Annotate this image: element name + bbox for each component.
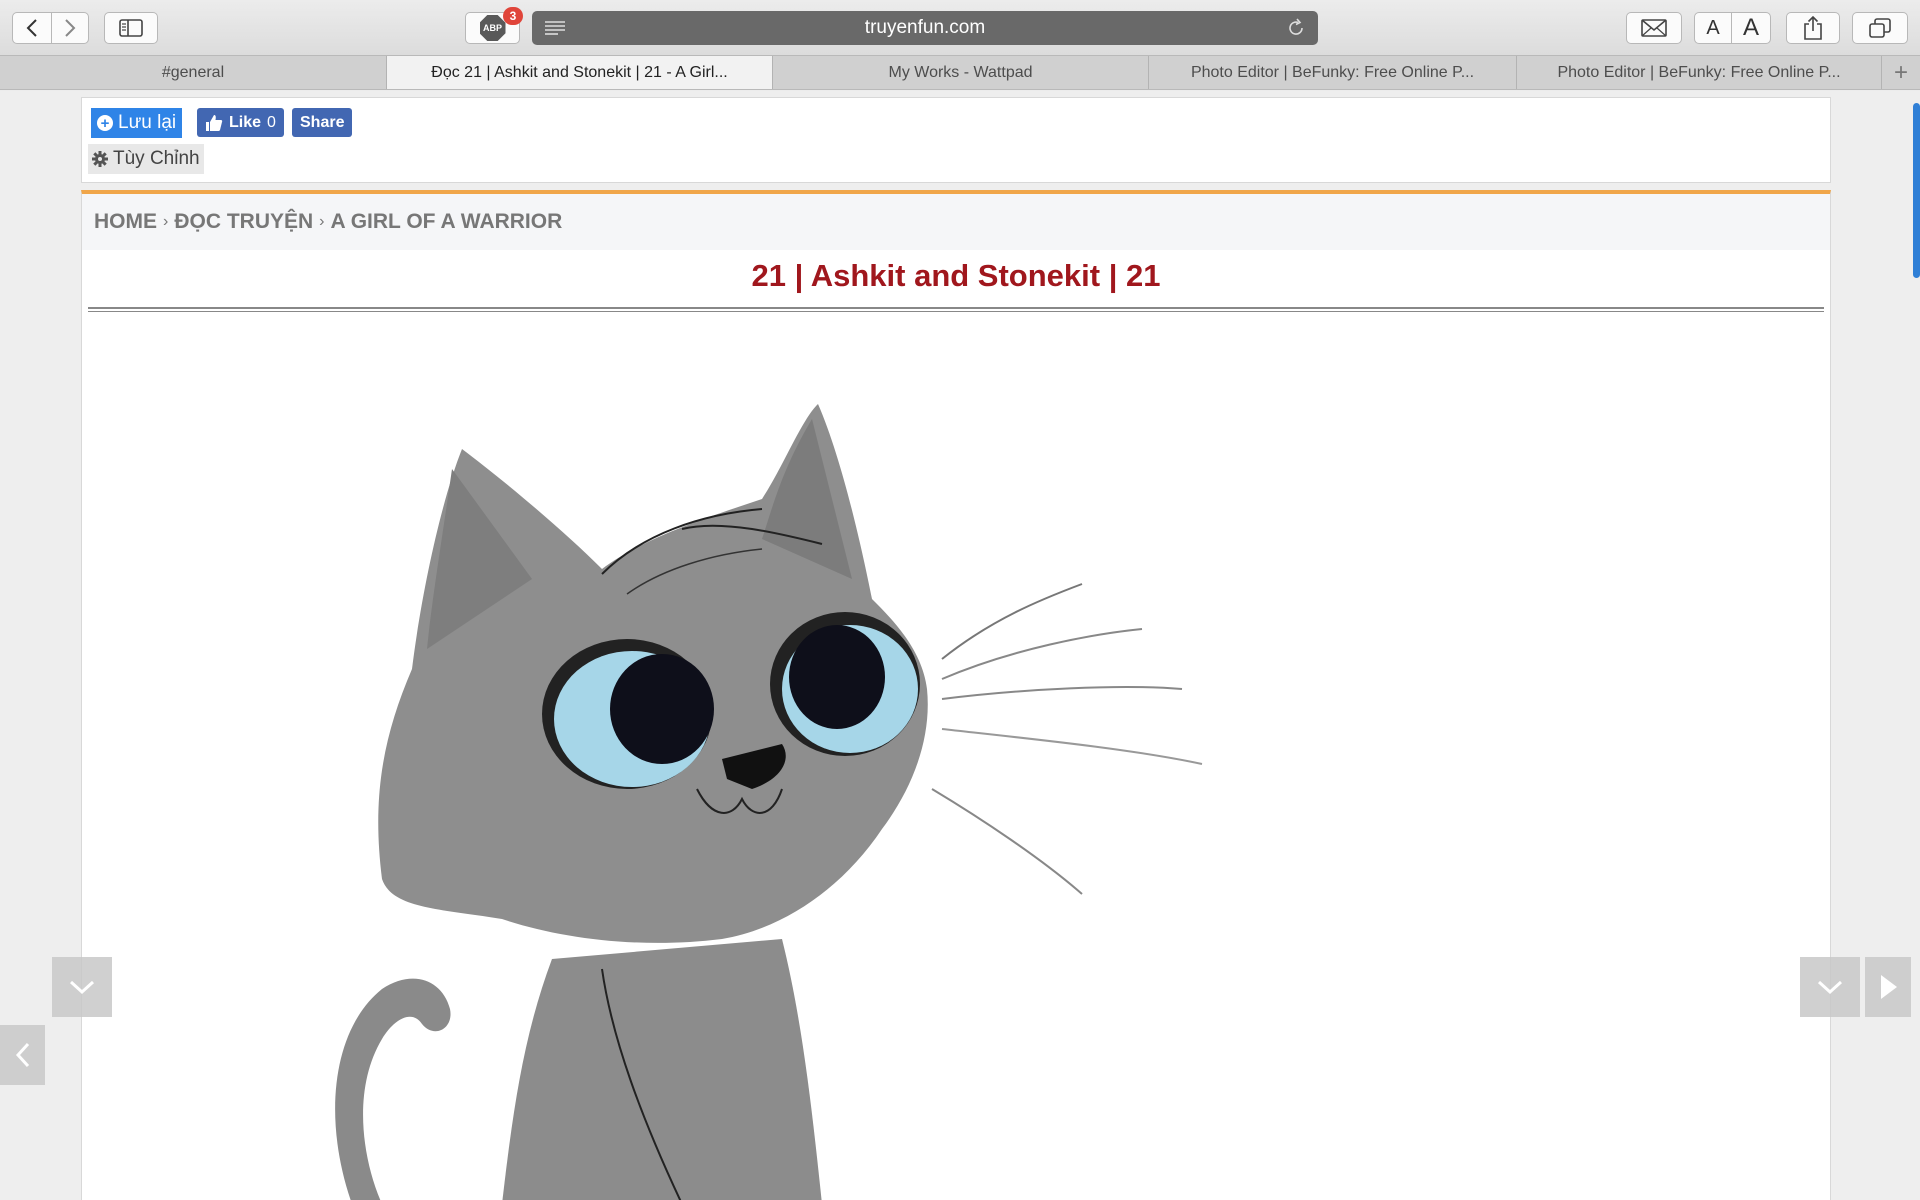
tab-general[interactable]: #general [0, 56, 387, 89]
new-tab-button[interactable]: + [1882, 56, 1920, 89]
tab-befunky-1[interactable]: Photo Editor | BeFunky: Free Online P... [1149, 56, 1517, 89]
tab-bar: #general Đọc 21 | Ashkit and Stonekit | … [0, 55, 1920, 90]
chevron-left-icon [26, 19, 37, 37]
forward-button[interactable] [51, 12, 89, 44]
reload-icon[interactable] [1286, 18, 1306, 38]
adblock-button[interactable]: ABP 3 [465, 7, 523, 44]
browser-toolbar: ABP 3 truyenfun.com A A [0, 0, 1920, 55]
title-divider [88, 307, 1824, 312]
breadcrumb: HOME › ĐỌC TRUYỆN › A GIRL OF A WARRIOR [82, 194, 1830, 250]
breadcrumb-story[interactable]: A GIRL OF A WARRIOR [331, 210, 563, 234]
chevron-down-icon [1817, 980, 1843, 995]
breadcrumb-read[interactable]: ĐỌC TRUYỆN [174, 210, 313, 234]
tabs-icon [1869, 18, 1891, 38]
breadcrumb-separator: › [319, 213, 325, 230]
play-arrow-icon [1881, 975, 1897, 999]
breadcrumb-separator: › [163, 213, 169, 230]
chapter-content: HOME › ĐỌC TRUYỆN › A GIRL OF A WARRIOR … [81, 190, 1831, 1200]
chevron-down-icon [69, 980, 95, 995]
adblock-badge: 3 [503, 7, 523, 25]
tab-current-chapter[interactable]: Đọc 21 | Ashkit and Stonekit | 21 - A Gi… [387, 56, 773, 89]
mail-button[interactable] [1626, 12, 1682, 44]
share-page-button[interactable] [1786, 12, 1840, 44]
scroll-down-button-left[interactable] [52, 957, 112, 1017]
customize-label: Tùy Chỉnh [113, 148, 200, 169]
increase-font-button[interactable]: A [1731, 12, 1771, 44]
action-box: + Lưu lại Like 0 Share Tùy Chỉnh [81, 97, 1831, 183]
share-icon [1804, 16, 1822, 40]
thumbs-up-icon [206, 114, 223, 131]
reader-icon[interactable] [544, 20, 566, 36]
cat-illustration [335, 404, 1203, 1200]
next-chapter-button[interactable] [1865, 957, 1911, 1017]
scroll-down-button-right[interactable] [1800, 957, 1860, 1017]
chevron-right-icon [65, 19, 76, 37]
address-bar[interactable]: truyenfun.com [532, 11, 1318, 45]
back-button[interactable] [12, 12, 52, 44]
customize-button[interactable]: Tùy Chỉnh [88, 144, 204, 174]
previous-chapter-button[interactable] [0, 1025, 45, 1085]
like-label: Like [229, 113, 262, 131]
sidebar-toggle-button[interactable] [104, 12, 158, 44]
url-text: truyenfun.com [864, 17, 986, 38]
tab-wattpad[interactable]: My Works - Wattpad [773, 56, 1149, 89]
save-label: Lưu lại [118, 112, 177, 133]
save-button[interactable]: + Lưu lại [91, 108, 183, 138]
tab-befunky-2[interactable]: Photo Editor | BeFunky: Free Online P... [1517, 56, 1882, 89]
breadcrumb-home[interactable]: HOME [94, 210, 157, 234]
mail-icon [1641, 19, 1667, 37]
gear-icon [92, 151, 108, 167]
plus-circle-icon: + [97, 115, 113, 131]
facebook-like-button[interactable]: Like 0 [197, 108, 284, 137]
sidebar-icon [119, 19, 143, 37]
facebook-share-button[interactable]: Share [292, 108, 353, 137]
web-page: + Lưu lại Like 0 Share Tùy Chỉnh HOME › … [0, 91, 1920, 1200]
chevron-left-icon [15, 1042, 29, 1068]
chapter-title: 21 | Ashkit and Stonekit | 21 [751, 258, 1161, 293]
page-scrollbar[interactable] [1913, 103, 1920, 278]
show-tabs-button[interactable] [1852, 12, 1908, 44]
adblock-icon: ABP [479, 15, 506, 41]
decrease-font-button[interactable]: A [1694, 12, 1732, 44]
like-count: 0 [267, 113, 276, 131]
